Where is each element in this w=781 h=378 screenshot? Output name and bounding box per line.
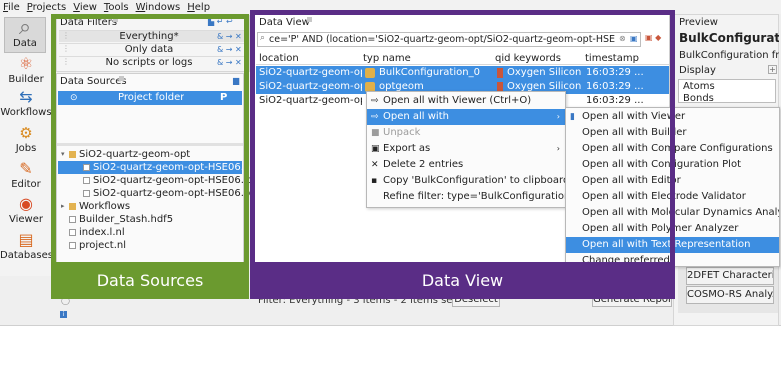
preview-title: Preview: [679, 17, 718, 28]
tool-jobs[interactable]: ⚙ Jobs: [0, 123, 52, 157]
tool-label: Jobs: [15, 143, 37, 154]
info-icon[interactable]: i: [60, 311, 67, 318]
menu-windows[interactable]: Windows: [136, 2, 181, 13]
display-label: Display: [679, 65, 716, 76]
workflows-icon: ⇆: [19, 87, 33, 106]
data-view-overlay-label: Data View: [250, 262, 675, 299]
tool-viewer[interactable]: ◉ Viewer: [0, 194, 52, 228]
tool-editor[interactable]: ✎ Editor: [0, 159, 52, 193]
databases-icon: ▤: [18, 230, 34, 249]
menu-file[interactable]: File: [3, 2, 20, 13]
preview-action-button[interactable]: COSMO-RS Analy...: [686, 286, 774, 304]
menu-view[interactable]: View: [73, 2, 97, 13]
tool-builder[interactable]: ⚛ Builder: [0, 54, 52, 88]
menu-projects[interactable]: Projects: [27, 2, 66, 13]
magnifier-icon: ⌕: [18, 15, 32, 40]
menu-tools[interactable]: Tools: [104, 2, 129, 13]
display-list[interactable]: Atoms Bonds: [678, 79, 776, 103]
display-expand-icon[interactable]: +: [768, 65, 777, 74]
menu-help[interactable]: Help: [187, 2, 210, 13]
jobs-icon: ⚙: [19, 124, 33, 142]
data-view-overlay-frame: [250, 10, 675, 299]
preview-heading: BulkConfigurati...: [679, 31, 779, 45]
builder-icon: ⚛: [18, 54, 34, 73]
left-toolbar: ⌕ Data ⚛ Builder ⇆ Workflows ⚙ Jobs ✎ Editor ◉ View…: [0, 14, 53, 276]
data-sources-overlay-frame: [51, 14, 249, 299]
editor-icon: ✎: [19, 159, 33, 178]
tool-label: Editor: [11, 179, 41, 190]
tool-databases[interactable]: ▤ Databases: [0, 230, 53, 264]
tool-label: Builder: [8, 74, 44, 85]
display-list-item[interactable]: Bonds: [683, 93, 714, 102]
data-sources-overlay-label: Data Sources: [51, 262, 249, 299]
display-header: Display +: [676, 64, 778, 78]
tool-label: Databases: [0, 250, 53, 261]
tool-label: Viewer: [9, 214, 43, 225]
tool-label: Workflows: [0, 107, 52, 118]
display-list-item[interactable]: Atoms: [683, 81, 715, 92]
viewer-icon: ◉: [19, 194, 33, 213]
tool-label: Data: [13, 38, 37, 49]
preview-action-button[interactable]: 2DFET Characteri...: [686, 267, 774, 285]
tool-workflows[interactable]: ⇆ Workflows: [0, 87, 52, 121]
tool-data[interactable]: ⌕ Data: [4, 17, 46, 53]
preview-subtitle: BulkConfiguration fr...: [679, 50, 779, 61]
